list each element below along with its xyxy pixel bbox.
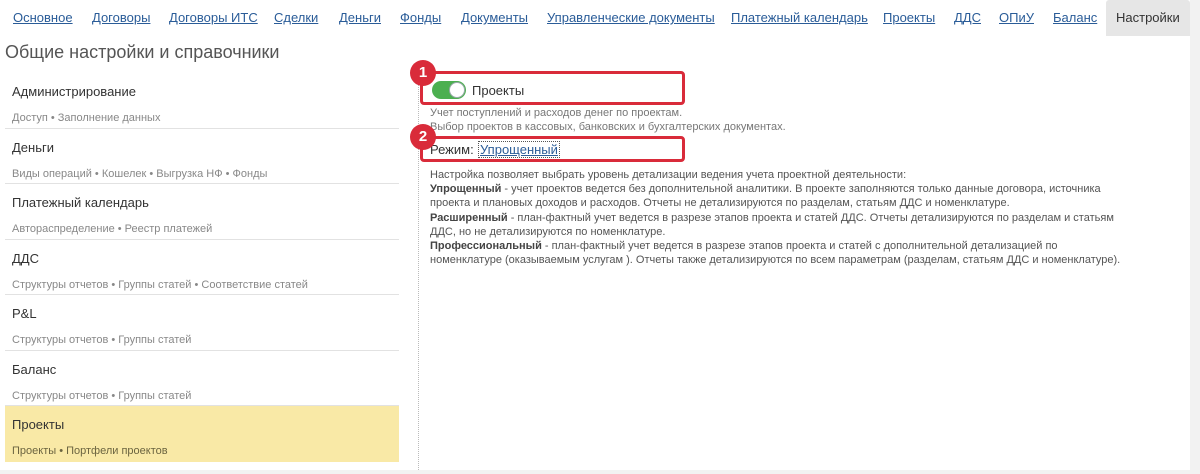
- toggle-description-line-1: Учет поступлений и расходов денег по про…: [430, 107, 683, 119]
- tab-dengi[interactable]: Деньги: [339, 0, 381, 36]
- tab-balans[interactable]: Баланс: [1053, 0, 1097, 36]
- tab-platezhnyi-kalendar[interactable]: Платежный календарь: [731, 0, 868, 36]
- callout-badge-1: 1: [410, 60, 436, 86]
- tab-dokumenty[interactable]: Документы: [461, 0, 528, 36]
- tab-osnovnoe[interactable]: Основное: [13, 0, 73, 36]
- sidebar-item-subtitle: Автораспределение • Реестр платежей: [12, 223, 213, 235]
- sidebar-item-platezhnyi-kalendar[interactable]: Платежный календарь Автораспределение • …: [5, 184, 399, 240]
- sidebar-item-proekty[interactable]: Проекты Проекты • Портфели проектов: [5, 406, 399, 462]
- simple-mode-line-2: проекта и плановых доходов и расходов. О…: [430, 197, 1010, 210]
- settings-page: Основное Договоры Договоры ИТС Сделки Де…: [0, 0, 1190, 470]
- toggle-description-line-2: Выбор проектов в кассовых, банковских и …: [430, 121, 786, 133]
- simple-mode-line-1: Упрощенный - учет проектов ведется без д…: [430, 182, 1150, 196]
- sidebar-item-title[interactable]: Проекты: [12, 417, 64, 432]
- sidebar-item-title[interactable]: P&L: [12, 306, 37, 321]
- sidebar-item-dds[interactable]: ДДС Структуры отчетов • Группы статей • …: [5, 240, 399, 295]
- callout-badge-2: 2: [410, 124, 436, 150]
- settings-sidebar: Администрирование Доступ • Заполнение да…: [5, 73, 399, 462]
- sidebar-item-title[interactable]: Баланс: [12, 362, 56, 377]
- pro-mode-line-1: Профессиональный - план-фактный учет вед…: [430, 239, 1150, 253]
- pro-mode-line-2: номенклатуре (оказываемым услугам ). Отч…: [430, 254, 1121, 267]
- tab-proekty[interactable]: Проекты: [883, 0, 935, 36]
- extended-mode-name: Расширенный: [430, 211, 508, 224]
- sidebar-item-title[interactable]: Платежный календарь: [12, 195, 149, 210]
- callout-box-2: [420, 136, 685, 162]
- tab-dogovory-its[interactable]: Договоры ИТС: [169, 0, 258, 36]
- description-intro: Настройка позволяет выбрать уровень дета…: [430, 169, 907, 181]
- sidebar-item-subtitle: Структуры отчетов • Группы статей: [12, 334, 192, 346]
- sidebar-item-subtitle: Виды операций • Кошелек • Выгрузка НФ • …: [12, 167, 268, 180]
- mode-description: Настройка позволяет выбрать уровень дета…: [430, 168, 1150, 267]
- callout-box-1: [420, 71, 685, 105]
- tab-upravlencheskie-dokumenty[interactable]: Управленческие документы: [547, 0, 715, 36]
- tab-dogovory[interactable]: Договоры: [92, 0, 150, 36]
- sidebar-item-pnl[interactable]: P&L Структуры отчетов • Группы статей: [5, 295, 399, 351]
- tab-fondy[interactable]: Фонды: [400, 0, 441, 36]
- sidebar-item-dengi[interactable]: Деньги Виды операций • Кошелек • Выгрузк…: [5, 129, 399, 184]
- sidebar-item-balans[interactable]: Баланс Структуры отчетов • Группы статей: [5, 351, 399, 406]
- page-title: Общие настройки и справочники: [5, 42, 280, 62]
- extended-mode-text: - план-фактный учет ведется в разрезе эт…: [507, 211, 1114, 224]
- sidebar-item-subtitle: Структуры отчетов • Группы статей • Соот…: [12, 278, 308, 291]
- tab-dds[interactable]: ДДС: [954, 0, 981, 36]
- simple-mode-text: - учет проектов ведется без дополнительн…: [501, 183, 1101, 196]
- tab-nastroiki[interactable]: Настройки: [1106, 0, 1190, 36]
- sidebar-item-administrirovanie[interactable]: Администрирование Доступ • Заполнение да…: [5, 73, 399, 129]
- extended-mode-line-2: ДДС, но не детализируются по номенклатур…: [430, 225, 666, 238]
- extended-mode-line-1: Расширенный - план-фактный учет ведется …: [430, 211, 1150, 225]
- simple-mode-name: Упрощенный: [430, 183, 502, 196]
- sidebar-item-subtitle: Структуры отчетов • Группы статей: [12, 389, 192, 402]
- sidebar-item-subtitle: Проекты • Портфели проектов: [12, 445, 168, 457]
- pro-mode-name: Профессиональный: [430, 240, 542, 253]
- top-tab-bar: Основное Договоры Договоры ИТС Сделки Де…: [0, 0, 1190, 36]
- sidebar-item-title[interactable]: ДДС: [12, 251, 39, 266]
- sidebar-item-subtitle: Доступ • Заполнение данных: [12, 112, 161, 124]
- tab-sdelki[interactable]: Сделки: [274, 0, 318, 36]
- sidebar-item-title[interactable]: Деньги: [12, 140, 54, 155]
- sidebar-item-title[interactable]: Администрирование: [12, 84, 136, 99]
- tab-opiu[interactable]: ОПиУ: [999, 0, 1034, 36]
- pro-mode-text: - план-фактный учет ведется в разрезе эт…: [541, 240, 1058, 253]
